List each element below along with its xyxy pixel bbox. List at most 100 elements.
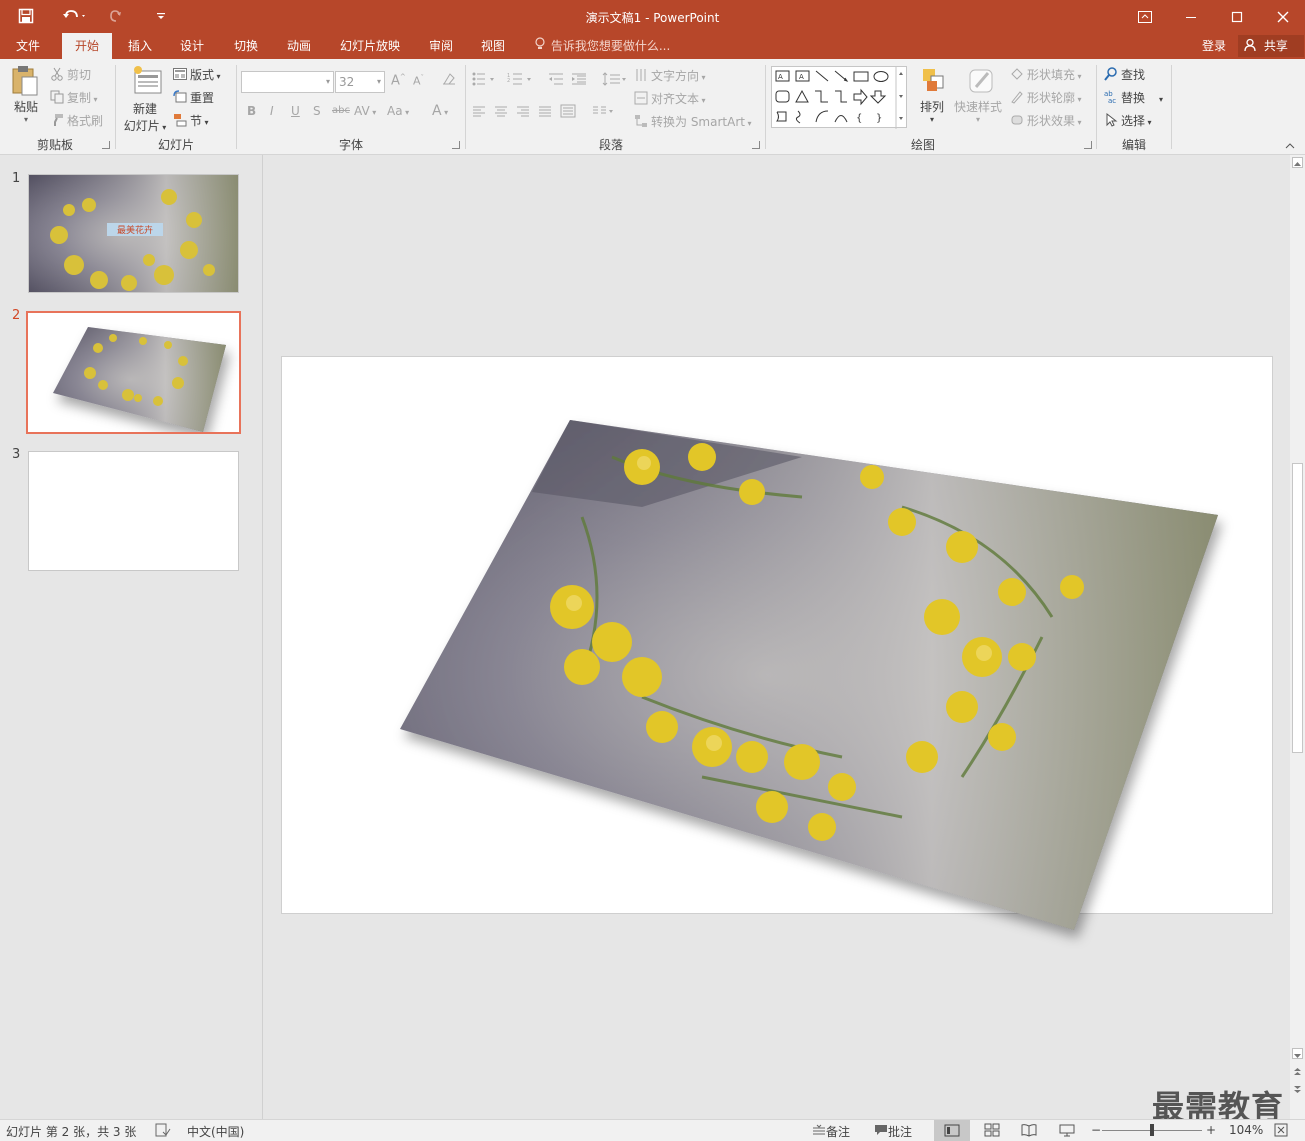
arrange-icon [917, 67, 950, 98]
rotated-flower-picture[interactable] [282, 357, 1274, 930]
maximize-icon[interactable] [1214, 0, 1260, 33]
underline-button[interactable]: U [291, 104, 300, 118]
new-slide-button[interactable]: 新建 幻灯片 ▾ [120, 65, 170, 134]
slide-thumbnail-2[interactable] [26, 311, 241, 434]
font-size-combo[interactable]: 32 ▾ [335, 71, 385, 93]
paste-button[interactable]: 粘贴 ▾ [8, 65, 44, 124]
arrange-button[interactable]: 排列 ▾ [914, 67, 950, 124]
sign-in-link[interactable]: 登录 [1202, 33, 1226, 59]
spelling-check-icon[interactable] [155, 1123, 171, 1140]
reading-view-icon[interactable] [1021, 1123, 1037, 1140]
drawing-launcher-icon[interactable] [1084, 141, 1092, 149]
tab-home[interactable]: 开始 [62, 33, 112, 59]
previous-slide-icon[interactable] [1293, 1065, 1302, 1079]
font-name-combo[interactable]: ▾ [241, 71, 334, 93]
slide-canvas[interactable] [281, 356, 1274, 930]
reset-icon [173, 90, 187, 104]
comments-button[interactable]: 批注 [874, 1123, 912, 1140]
align-center-icon[interactable] [494, 105, 508, 120]
find-button[interactable]: 查找 [1104, 66, 1145, 83]
increase-indent-icon[interactable] [571, 72, 587, 89]
slide-thumbnail-1[interactable]: 最美花卉 [28, 174, 239, 293]
language-status[interactable]: 中文(中国) [187, 1123, 244, 1140]
layout-button[interactable]: 版式 ▾ [173, 66, 221, 83]
share-button[interactable]: 共享 [1238, 35, 1304, 57]
slide-thumbnail-3[interactable] [28, 451, 239, 571]
zoom-in-button[interactable]: + [1206, 1123, 1216, 1137]
clear-formatting-icon[interactable] [441, 72, 457, 89]
minimize-icon[interactable] [1168, 0, 1214, 33]
cut-button[interactable]: 剪切 [50, 66, 91, 83]
italic-button[interactable]: I [270, 104, 274, 118]
font-launcher-icon[interactable] [452, 141, 460, 149]
section-button[interactable]: 节 ▾ [173, 112, 209, 129]
new-slide-icon [128, 65, 170, 100]
numbering-icon[interactable]: 12 [507, 72, 535, 89]
tab-design[interactable]: 设计 [168, 33, 216, 59]
align-text-button[interactable]: 对齐文本 ▾ [634, 90, 706, 107]
close-icon[interactable] [1260, 0, 1305, 33]
grow-font-button[interactable]: A^ [391, 73, 406, 88]
normal-view-icon[interactable] [934, 1120, 970, 1141]
format-painter-button[interactable]: 格式刷 [50, 112, 103, 129]
slides-group-label: 幻灯片 [157, 138, 194, 152]
tab-slideshow[interactable]: 幻灯片放映 [332, 33, 408, 59]
tab-view[interactable]: 视图 [470, 33, 516, 59]
status-bar: 幻灯片 第 2 张，共 3 张 中文(中国) 备注 批注 − + 104% [0, 1119, 1305, 1141]
tab-file[interactable]: 文件 [4, 33, 52, 59]
slide-sorter-icon[interactable] [984, 1123, 1000, 1140]
fit-to-window-icon[interactable] [1274, 1123, 1288, 1140]
align-right-icon[interactable] [516, 105, 530, 120]
font-color-button[interactable]: A ▾ [432, 103, 448, 119]
text-direction-button[interactable]: 文字方向 ▾ [634, 67, 706, 84]
convert-smartart-button[interactable]: 转换为 SmartArt ▾ [634, 113, 752, 130]
clipboard-launcher-icon[interactable] [102, 141, 110, 149]
strikethrough-button[interactable]: abc [332, 105, 350, 116]
character-spacing-button[interactable]: AV ▾ [354, 104, 376, 118]
shape-effects-button[interactable]: 形状效果 ▾ [1010, 112, 1082, 129]
zoom-level[interactable]: 104% [1229, 1123, 1263, 1137]
columns-icon[interactable] [592, 105, 616, 120]
copy-label: 复制 [67, 91, 92, 105]
bullets-icon[interactable] [472, 72, 496, 89]
shadow-button[interactable]: S [313, 104, 321, 118]
tab-insert[interactable]: 插入 [116, 33, 164, 59]
new-slide-label-1: 新建 [132, 102, 157, 116]
quick-styles-button[interactable]: 快速样式 ▾ [953, 67, 1003, 124]
vertical-scrollbar[interactable] [1290, 155, 1305, 1119]
select-button[interactable]: 选择 ▾ [1104, 112, 1152, 129]
shrink-font-button[interactable]: Aˇ [413, 74, 424, 88]
scrollbar-thumb[interactable] [1292, 463, 1303, 753]
zoom-out-button[interactable]: − [1091, 1123, 1101, 1137]
shape-outline-button[interactable]: 形状轮廓 ▾ [1010, 89, 1082, 106]
tab-transitions[interactable]: 切换 [222, 33, 270, 59]
tab-animations[interactable]: 动画 [275, 33, 323, 59]
align-left-icon[interactable] [472, 105, 486, 120]
scroll-down-icon[interactable] [1292, 1048, 1303, 1059]
tell-me-box[interactable]: 告诉我您想要做什么... [535, 33, 670, 59]
shape-fill-button[interactable]: 形状填充 ▾ [1010, 66, 1082, 83]
copy-button[interactable]: 复制 ▾ [50, 89, 98, 106]
decrease-indent-icon[interactable] [548, 72, 564, 89]
tab-review[interactable]: 审阅 [418, 33, 464, 59]
zoom-slider-thumb[interactable] [1150, 1124, 1154, 1136]
replace-button[interactable]: ab ac 替换 ▾ [1104, 89, 1163, 106]
change-case-button[interactable]: Aa ▾ [387, 104, 409, 118]
line-spacing-icon[interactable] [602, 72, 628, 89]
shape-fill-label: 形状填充 [1027, 68, 1076, 82]
justify-icon[interactable] [538, 105, 552, 120]
slideshow-view-icon[interactable] [1059, 1123, 1075, 1140]
layout-label: 版式 [190, 68, 215, 82]
next-slide-icon[interactable] [1293, 1083, 1302, 1097]
notes-button[interactable]: 备注 [812, 1123, 850, 1140]
shapes-gallery[interactable]: A A {} [771, 66, 907, 129]
bold-button[interactable]: B [247, 104, 256, 118]
ribbon-display-options-icon[interactable] [1122, 0, 1168, 33]
distributed-icon[interactable] [560, 104, 576, 121]
window-title: 演示文稿1 - PowerPoint [585, 11, 720, 25]
scroll-up-icon[interactable] [1292, 157, 1303, 168]
share-label: 共享 [1263, 39, 1288, 53]
paragraph-launcher-icon[interactable] [752, 141, 760, 149]
reset-button[interactable]: 重置 [173, 89, 214, 106]
collapse-ribbon-icon[interactable] [1285, 138, 1295, 152]
